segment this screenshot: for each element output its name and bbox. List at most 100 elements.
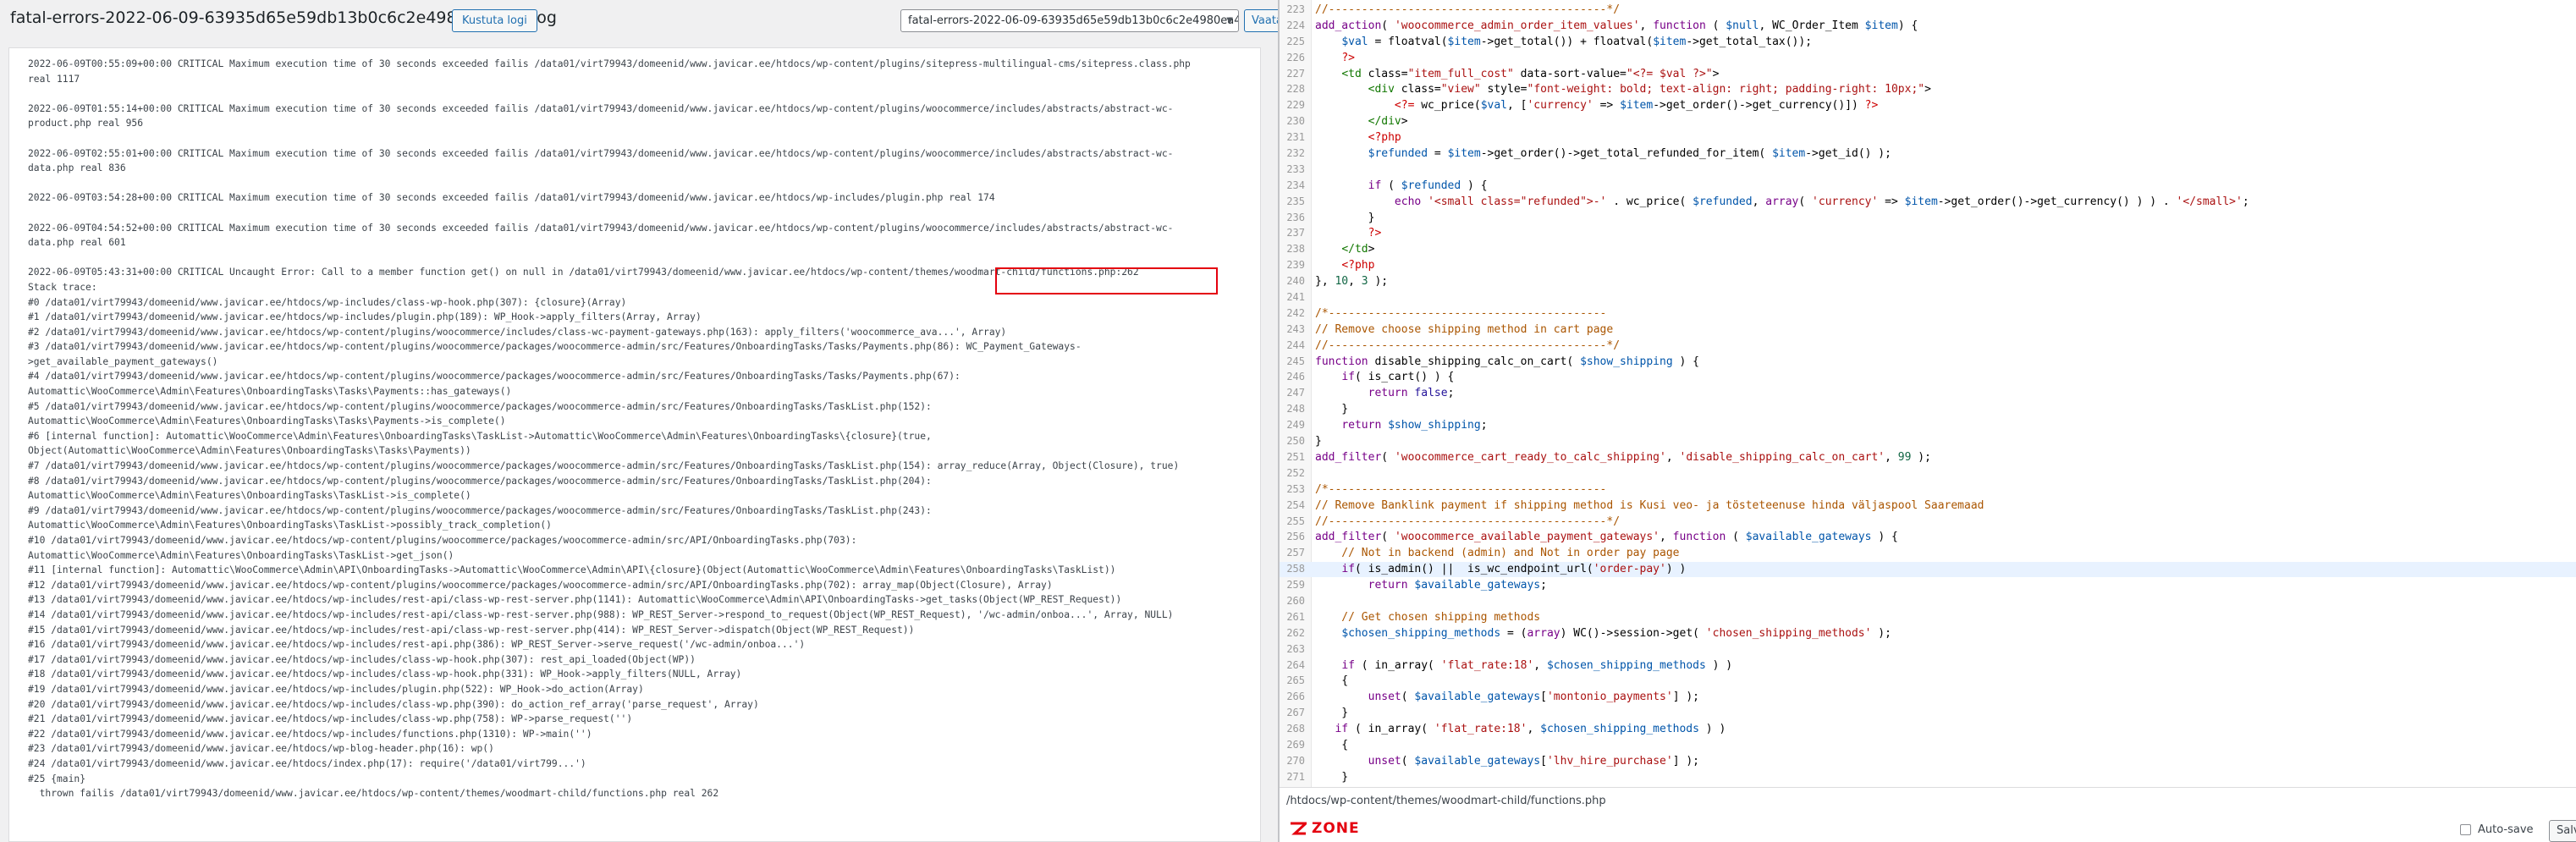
log-content[interactable]: 2022-06-09T00:55:09+00:00 CRITICAL Maxim…	[8, 47, 1261, 842]
code-line: 248 }	[1280, 401, 2576, 417]
error-highlight-box	[995, 267, 1218, 294]
code-line: 233	[1280, 162, 2576, 178]
code-text: // Remove Banklink payment if shipping m…	[1315, 498, 1984, 512]
code-line: 265 {	[1280, 673, 2576, 689]
code-line: 223 //-----------------------------------…	[1280, 2, 2576, 18]
log-entry: 2022-06-09T03:54:28+00:00 CRITICAL Maxim…	[28, 192, 995, 204]
code-line: 271 }	[1280, 769, 2576, 785]
line-number: 269	[1286, 738, 1305, 751]
autosave-toggle[interactable]: Auto-save	[2460, 823, 2534, 836]
line-number: 265	[1286, 674, 1305, 687]
code-text: add_action( 'woocommerce_admin_order_ite…	[1315, 19, 1918, 32]
delete-log-button[interactable]: Kustuta logi	[452, 9, 537, 32]
log-file-select-value: fatal-errors-2022-06-09-63935d65e59db13b…	[908, 14, 1238, 27]
line-number: 231	[1286, 131, 1305, 144]
code-line: 257 // Not in backend (admin) and Not in…	[1280, 545, 2576, 561]
line-number: 247	[1286, 387, 1305, 399]
code-text: unset( $available_gateways['montonio_pay…	[1368, 691, 1699, 704]
line-number: 255	[1286, 515, 1305, 527]
code-lines: 223 //-----------------------------------…	[1280, 2, 2576, 785]
code-line: 231 <?php	[1280, 129, 2576, 146]
line-number: 256	[1286, 531, 1305, 543]
line-number: 226	[1286, 51, 1305, 63]
zone-logo-icon	[1291, 822, 1307, 835]
code-text: /*--------------------------------------…	[1315, 482, 1607, 496]
log-entry: 2022-06-09T01:55:14+00:00 CRITICAL Maxim…	[28, 102, 1174, 129]
autosave-label: Auto-save	[2478, 823, 2534, 836]
line-number: 253	[1286, 482, 1305, 495]
code-text: ?>	[1368, 227, 1382, 240]
code-text: unset( $available_gateways['lhv_hire_pur…	[1368, 754, 1699, 768]
line-number: 223	[1286, 3, 1305, 15]
code-text: return $available_gateways;	[1368, 579, 1547, 592]
code-line: 252	[1280, 465, 2576, 482]
code-line: 255 //-----------------------------------…	[1280, 514, 2576, 530]
line-number: 235	[1286, 195, 1305, 207]
line-number: 245	[1286, 355, 1305, 367]
code-line: 250}	[1280, 433, 2576, 449]
line-number: 264	[1286, 658, 1305, 671]
line-number: 228	[1286, 83, 1305, 96]
save-button[interactable]: Salvesta	[2549, 820, 2576, 842]
code-line: 263	[1280, 641, 2576, 658]
code-line: 226 ?>	[1280, 50, 2576, 66]
code-line: 239 <?php	[1280, 257, 2576, 273]
line-number: 240	[1286, 275, 1305, 288]
code-line: 225 $val = floatval($item->get_total()) …	[1280, 34, 2576, 50]
line-number: 254	[1286, 498, 1305, 511]
code-line: 235 echo '<small class="refunded">-' . w…	[1280, 194, 2576, 210]
code-line: 242 /*-----------------------------------…	[1280, 305, 2576, 322]
code-line: 244 //-----------------------------------…	[1280, 338, 2576, 354]
code-text: }	[1315, 435, 1322, 449]
code-text: <div class="view" style="font-weight: bo…	[1368, 83, 1931, 96]
code-line: 266 unset( $available_gateways['montonio…	[1280, 689, 2576, 705]
autosave-checkbox[interactable]	[2460, 824, 2471, 835]
line-number: 233	[1286, 162, 1305, 175]
code-line: 251 add_filter( 'woocommerce_cart_ready_t…	[1280, 449, 2576, 465]
code-line: 258 if( is_admin() || is_wc_endpoint_url…	[1280, 561, 2576, 577]
line-number: 241	[1286, 291, 1305, 304]
code-line: 254 // Remove Banklink payment if shippin…	[1280, 498, 2576, 514]
code-line: 245 function disable_shipping_calc_on_car…	[1280, 354, 2576, 370]
log-entry: 2022-06-09T04:54:52+00:00 CRITICAL Maxim…	[28, 222, 1174, 249]
line-number: 252	[1286, 466, 1305, 479]
code-text: $refunded = $item->get_order()->get_tota…	[1368, 147, 1891, 161]
code-text: </div>	[1368, 115, 1408, 129]
line-number: 229	[1286, 99, 1305, 112]
code-text: return false;	[1368, 387, 1455, 400]
editor-statusbar: /htdocs/wp-content/themes/woodmart-child…	[1280, 787, 2576, 842]
code-text: }	[1315, 403, 1349, 416]
code-text: //--------------------------------------…	[1315, 3, 1621, 16]
line-number: 268	[1286, 723, 1305, 735]
view-log-button[interactable]: Vaata	[1244, 9, 1278, 32]
code-text: add_filter( 'woocommerce_cart_ready_to_c…	[1315, 450, 1931, 464]
log-entry: 2022-06-09T05:43:31+00:00 CRITICAL Uncau…	[28, 267, 1180, 800]
log-entry: 2022-06-09T00:55:09+00:00 CRITICAL Maxim…	[28, 58, 1191, 85]
line-number: 270	[1286, 754, 1305, 767]
code-text: // Not in backend (admin) and Not in ord…	[1315, 547, 1680, 560]
line-number: 250	[1286, 435, 1305, 448]
code-text: echo '<small class="refunded">-' . wc_pr…	[1394, 195, 2249, 208]
code-line: 232 $refunded = $item->get_order()->get_…	[1280, 146, 2576, 162]
log-file-select[interactable]: fatal-errors-2022-06-09-63935d65e59db13b…	[900, 9, 1239, 32]
code-text: add_filter( 'woocommerce_available_payme…	[1315, 531, 1898, 544]
code-line: 262 $chosen_shipping_methods = (array) W…	[1280, 625, 2576, 641]
code-line: 253 /*-----------------------------------…	[1280, 482, 2576, 498]
code-text: //--------------------------------------…	[1315, 515, 1621, 528]
line-number: 230	[1286, 115, 1305, 128]
line-number: 257	[1286, 547, 1305, 559]
line-number: 266	[1286, 691, 1305, 703]
code-editor[interactable]: 223 //-----------------------------------…	[1280, 0, 2576, 787]
code-text: }, 10, 3 );	[1315, 275, 1389, 289]
code-line: 228 <div class="view" style="font-weight…	[1280, 81, 2576, 97]
code-text: if ( in_array( 'flat_rate:18', $chosen_s…	[1341, 658, 1733, 672]
line-number: 271	[1286, 770, 1305, 783]
zone-logo: ZONE	[1290, 820, 1360, 837]
code-text: }	[1315, 211, 1375, 224]
line-number: 239	[1286, 259, 1305, 272]
line-number: 225	[1286, 35, 1305, 47]
